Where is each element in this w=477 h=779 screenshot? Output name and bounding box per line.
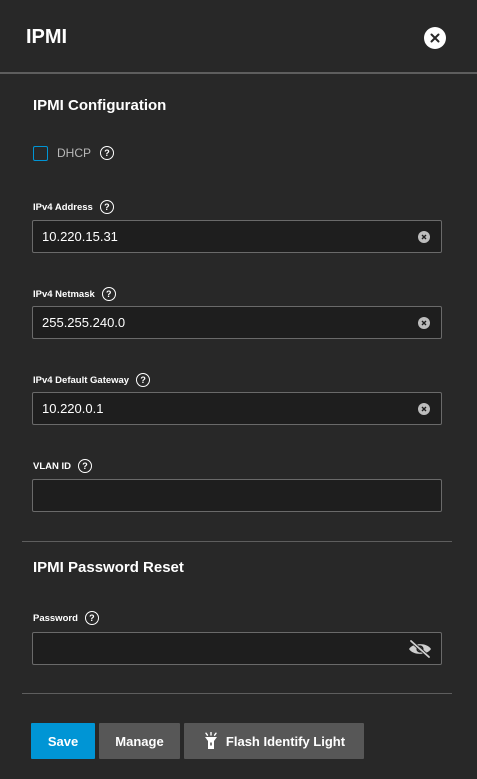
help-icon[interactable]: ? (100, 146, 115, 160)
ipv4-gateway-label: IPv4 Default Gateway ? (33, 373, 151, 387)
ipv4-address-field[interactable] (32, 220, 442, 253)
ipv4-netmask-label: IPv4 Netmask ? (33, 287, 116, 301)
actions-divider (22, 693, 452, 694)
dialog-header: IPMI (0, 0, 477, 74)
flash-identify-light-button[interactable]: Flash Identify Light (184, 723, 364, 759)
close-button[interactable] (424, 27, 446, 49)
ipv4-address-label: IPv4 Address ? (33, 200, 114, 214)
ipv4-netmask-field[interactable] (32, 306, 442, 339)
password-field[interactable] (32, 632, 442, 665)
dhcp-checkbox-row[interactable]: DHCP ? (33, 144, 115, 162)
ipv4-address-input[interactable] (42, 221, 402, 252)
vlan-id-field[interactable] (32, 479, 442, 512)
ipv4-gateway-input[interactable] (42, 393, 402, 424)
dialog-title: IPMI (26, 26, 68, 48)
ipv4-netmask-input[interactable] (42, 307, 402, 338)
clear-icon[interactable] (418, 317, 430, 329)
config-section-title: IPMI Configuration (33, 97, 167, 114)
ipv4-address-label-text: IPv4 Address (33, 201, 93, 213)
dhcp-checkbox[interactable] (33, 145, 48, 161)
save-button[interactable]: Save (31, 723, 95, 759)
ipv4-gateway-label-text: IPv4 Default Gateway (33, 374, 130, 386)
eye-off-icon[interactable] (407, 639, 433, 659)
manage-button[interactable]: Manage (99, 723, 180, 759)
password-label-text: Password (33, 612, 78, 624)
help-icon[interactable]: ? (136, 373, 151, 387)
dhcp-label: DHCP (57, 146, 92, 160)
help-icon[interactable]: ? (101, 287, 116, 301)
password-label: Password ? (33, 611, 99, 625)
help-icon[interactable]: ? (84, 611, 99, 625)
clear-icon[interactable] (418, 403, 430, 415)
help-icon[interactable]: ? (78, 459, 92, 473)
help-icon[interactable]: ? (99, 200, 114, 214)
flash-identify-light-label: Flash Identify Light (225, 733, 346, 749)
password-section-title: IPMI Password Reset (33, 559, 184, 576)
section-divider (22, 541, 452, 542)
ipv4-gateway-field[interactable] (32, 392, 442, 425)
vlan-id-label: VLAN ID ? (33, 459, 92, 473)
vlan-id-label-text: VLAN ID (33, 460, 71, 472)
vlan-id-input[interactable] (42, 480, 402, 511)
clear-icon[interactable] (418, 231, 430, 243)
flashlight-icon (204, 732, 217, 749)
ipv4-netmask-label-text: IPv4 Netmask (33, 288, 95, 300)
password-input[interactable] (42, 633, 402, 664)
close-icon (430, 33, 440, 43)
